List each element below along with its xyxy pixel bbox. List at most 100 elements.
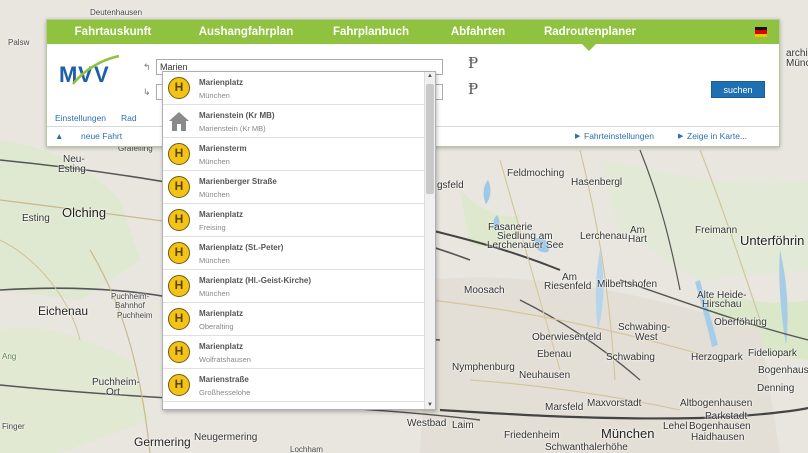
house-icon [169,112,189,131]
map-label: Ort [106,387,120,398]
map-label: Schwabing [606,352,655,363]
settings-link[interactable]: Einstellungen [55,113,106,123]
suggestion-item[interactable]: H Marienplatz Oberalting [163,303,425,336]
map-label: Esting [58,164,86,175]
suggestion-item[interactable]: H Marienplatz Freising [163,204,425,237]
bike-link[interactable]: Rad [121,113,137,123]
map-label: Lerchenau [580,231,628,242]
destination-map-pin-icon[interactable]: Ᵽ [468,80,478,98]
suggestion-place: Wolfratshausen [199,355,251,364]
suggestion-name: Marienplatz [199,78,244,87]
tab-bar: Fahrtauskunft Aushangfahrplan Fahrplanbu… [47,20,779,44]
map-label: Oberföhring [714,317,767,328]
map-label: München [601,426,655,441]
suggestion-item[interactable]: H Marienstraße Großhesselohe [163,369,425,402]
suggestion-item[interactable]: H Marienplatz München [163,72,425,105]
suggestion-place: München [199,289,230,298]
suggestion-name: Marienplatz (Hl.-Geist-Kirche) [199,276,312,285]
map-label: Ang [2,352,17,361]
tab-fahrtauskunft[interactable]: Fahrtauskunft [47,26,179,38]
map-label: Neuhausen [519,370,571,381]
map-label: Hirschau [702,299,742,310]
scrollbar-thumb[interactable] [426,84,434,194]
suggestion-item[interactable]: H Marienplatz (St.-Peter) München [163,237,425,270]
trip-settings-arrow-icon: ▶ [575,133,581,140]
stop-h-icon: H [168,77,190,99]
scroll-up-icon[interactable]: ▲ [425,73,435,79]
destination-icon: ↳ [143,87,151,97]
suggestion-place: München [199,91,230,100]
map-label: Lerchenauer See [487,240,564,251]
map-label: Ebenau [537,349,572,360]
language-flag-icon[interactable] [755,27,767,37]
stop-h-icon: H [168,374,190,396]
mvv-logo: M V V [59,54,120,87]
suggestion-place: München [199,256,230,265]
map-label: Esting [22,213,50,224]
stop-h-icon: H [168,143,190,165]
stop-h-icon: H [168,176,190,198]
collapse-icon[interactable]: ▲ [55,131,63,141]
map-label: Olching [62,205,107,220]
suggestion-name: Marienplatz (St.-Peter) [199,243,284,252]
tab-abfahrten[interactable]: Abfahrten [429,26,527,38]
suggestion-name: Marienplatz [199,342,244,351]
map-label: Münc [786,58,808,69]
autocomplete-dropdown: H Marienplatz München Marienstein (Kr MB… [162,71,436,410]
new-trip-link[interactable]: neue Fahrt [81,131,122,141]
show-map-arrow-icon: ▶ [678,133,684,140]
suggestion-place: Freising [199,223,226,232]
suggestion-item[interactable]: H Marienplatz (Hl.-Geist-Kirche) München [163,270,425,303]
map-label: Moosach [464,285,505,296]
stop-h-icon: H [168,308,190,330]
map-label: Friedenheim [504,430,560,441]
map-label: Herzogpark [691,352,743,363]
map-label: Riesenfeld [544,281,592,292]
suggestion-place: Oberalting [199,322,234,331]
map-label: Freimann [695,225,738,236]
map-label: Deutenhausen [90,8,143,17]
map-label: Feldmoching [507,168,565,179]
map-label: Palsw [8,38,30,47]
dropdown-scrollbar[interactable]: ▲ ▼ [424,72,435,409]
tab-aushangfahrplan[interactable]: Aushangfahrplan [179,26,313,38]
map-label: Hasenbergl [571,177,623,188]
show-in-map-link[interactable]: Zeige in Karte... [687,131,747,141]
map-label: Unterföhrin [740,233,805,248]
suggestion-item[interactable]: H Marienberger Straße München [163,171,425,204]
tab-fahrplanbuch[interactable]: Fahrplanbuch [313,26,429,38]
suggestion-item[interactable]: Marienstein (Kr MB) Marienstein (Kr MB) [163,105,425,138]
map-label: Neugermering [194,432,258,443]
map-label: Milbertshofen [597,279,658,290]
suggestion-item[interactable]: H Mariensterm München [163,138,425,171]
origin-map-pin-icon[interactable]: Ᵽ [468,54,478,72]
suggestion-place: München [199,190,230,199]
map-label: Lochham [290,445,323,453]
map-label: Lehel [663,421,688,432]
map-label: Marsfeld [545,402,584,413]
search-button[interactable]: suchen [711,81,765,98]
map-label: Bogenhaus [758,365,808,376]
scroll-down-icon[interactable]: ▼ [425,402,435,408]
suggestion-name: Mariensterm [199,144,247,153]
suggestion-item[interactable]: H Marienplatz Wolfratshausen [163,336,425,369]
map-label: Bogenhausen [689,421,751,432]
stop-h-icon: H [168,242,190,264]
active-tab-pointer [582,44,596,51]
map-label: Westbad [407,418,447,429]
map-label: Maxvorstadt [587,398,642,409]
map-label: Eichenau [38,304,89,318]
map-label: Bahnhof [115,301,145,310]
suggestion-place: Marienstein (Kr MB) [199,124,266,133]
suggestion-name: Marienstein (Kr MB) [199,111,275,120]
trip-settings-link[interactable]: Fahrteinstellungen [584,131,654,141]
map-label: Nymphenburg [452,362,515,373]
suggestion-name: Marienplatz [199,309,244,318]
suggestion-place: München [199,157,230,166]
stop-h-icon: H [168,341,190,363]
map-label: Hart [628,234,647,245]
map-label: Laim [452,420,474,431]
map-label: Schwanthalerhöhe [545,442,628,453]
tab-radroutenplaner[interactable]: Radroutenplaner [527,26,653,38]
map-label: Finger [2,422,25,431]
